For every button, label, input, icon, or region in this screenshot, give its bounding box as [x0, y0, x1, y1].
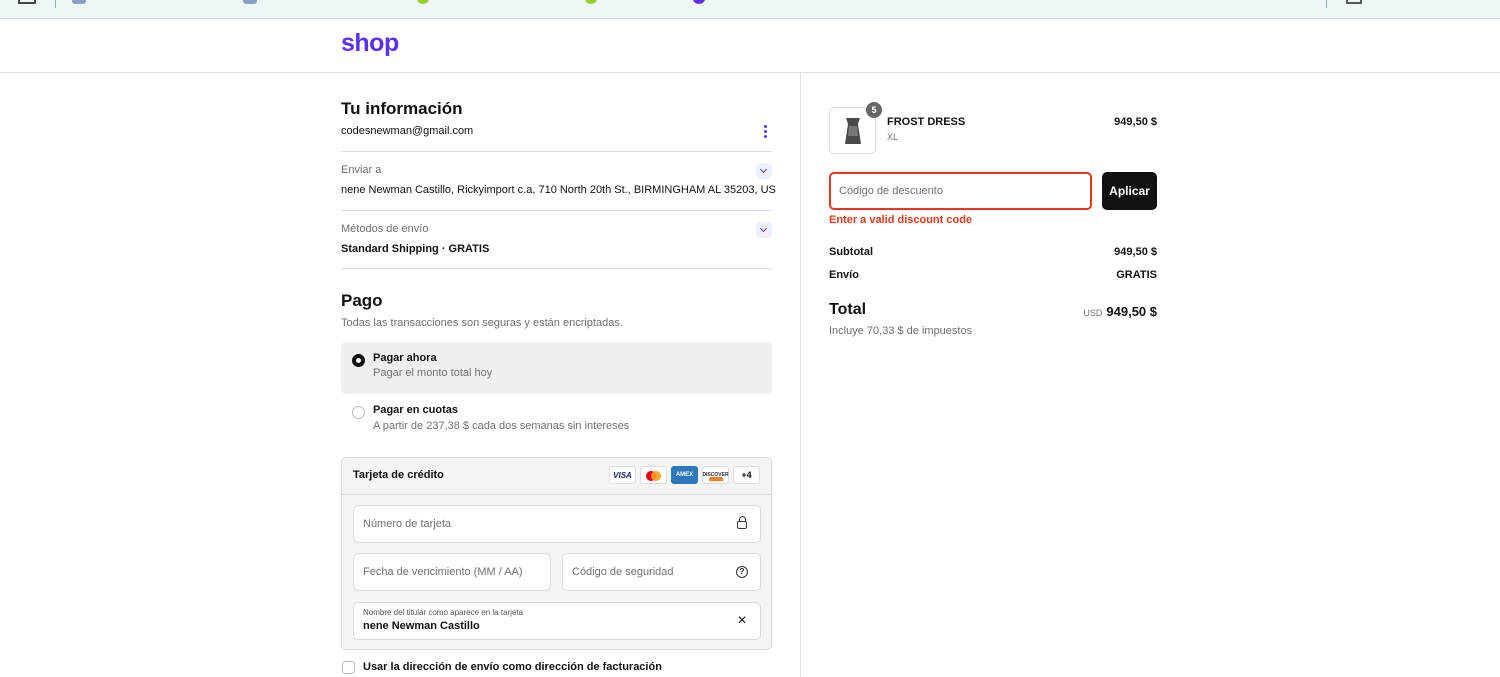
bookmark-favicon-icon[interactable]: [243, 0, 257, 4]
credit-card-title: Tarjeta de crédito: [353, 469, 444, 481]
payment-title: Pago: [341, 291, 383, 310]
close-icon[interactable]: ×: [736, 613, 748, 629]
subtotal-value: 949,50 $: [1114, 246, 1157, 258]
pay-now-option[interactable]: Pagar ahora Pagar el monto total hoy: [341, 342, 772, 394]
shipping-method-label: Métodos de envío: [341, 223, 429, 235]
shipping-method-value: Standard Shipping · GRATIS: [341, 243, 490, 255]
product-variant: XL: [887, 132, 899, 142]
card-number-placeholder: Número de tarjeta: [363, 518, 452, 530]
more-vertical-icon[interactable]: [762, 125, 768, 139]
ship-to-label: Enviar a: [341, 164, 382, 176]
product-name: FROST DRESS: [887, 116, 966, 128]
bookmark-separator: [55, 0, 56, 8]
pay-now-radio[interactable]: [352, 354, 365, 367]
credit-card-header[interactable]: Tarjeta de crédito VISA AMEX DISCOVER +4: [342, 458, 771, 495]
total-amount: USD 949,50 $: [1083, 303, 1157, 321]
amex-icon: AMEX: [671, 466, 698, 484]
total-label: Total: [829, 301, 867, 318]
quantity-badge: 5: [866, 102, 882, 118]
product-price: 949,50 $: [1114, 116, 1157, 128]
lock-icon: [737, 516, 747, 529]
discount-code-input[interactable]: Código de descuento: [829, 172, 1092, 210]
info-title: Tu información: [341, 99, 463, 118]
divider: [341, 151, 772, 152]
discount-code-placeholder: Código de descuento: [839, 185, 943, 197]
discover-icon: DISCOVER: [702, 466, 729, 484]
divider: [341, 268, 772, 269]
pay-now-label: Pagar ahora: [373, 352, 437, 364]
column-divider: [800, 73, 801, 677]
taxes-note: Incluye 70,33 $ de impuestos: [829, 325, 973, 337]
subtotal-label: Subtotal: [829, 246, 873, 258]
dress-image: [845, 118, 861, 144]
credit-card-panel: Tarjeta de crédito VISA AMEX DISCOVER +4…: [341, 457, 772, 650]
billing-same-label: Usar la dirección de envío como direcció…: [363, 661, 662, 673]
shipping-label: Envío: [829, 269, 859, 281]
chevron-down-icon[interactable]: [756, 163, 772, 179]
shipping-value: GRATIS: [1116, 269, 1157, 281]
pay-now-desc: Pagar el monto total hoy: [373, 367, 493, 379]
expiry-field[interactable]: Fecha de vencimiento (MM / AA): [353, 553, 551, 591]
bookmark-favicon-icon[interactable]: [417, 0, 429, 4]
ship-to-address: nene Newman Castillo, Rickyimport c.a, 7…: [341, 184, 776, 196]
pay-installments-option[interactable]: Pagar en cuotas A partir de 237,38 $ cad…: [341, 396, 772, 448]
total-value: 949,50 $: [1106, 304, 1157, 319]
cardholder-name-value: nene Newman Castillo: [363, 620, 480, 632]
billing-same-checkbox[interactable]: [342, 661, 355, 674]
currency-code: USD: [1083, 308, 1103, 318]
checkout-header: shop: [0, 19, 1500, 73]
reading-list-icon[interactable]: [1346, 0, 1362, 4]
pay-installments-radio[interactable]: [352, 406, 365, 419]
more-brands-badge: +4: [733, 466, 760, 484]
apply-discount-button[interactable]: Aplicar: [1102, 172, 1157, 210]
expiry-placeholder: Fecha de vencimiento (MM / AA): [363, 566, 523, 578]
bookmark-favicon-icon[interactable]: [72, 0, 86, 4]
card-number-field[interactable]: Número de tarjeta: [353, 505, 761, 543]
payment-subtitle: Todas las transacciones son seguras y es…: [341, 317, 623, 329]
apps-grid-icon[interactable]: [18, 0, 36, 4]
bookmark-separator: [1326, 0, 1327, 8]
help-circle-icon[interactable]: ?: [736, 566, 748, 578]
cardholder-name-field[interactable]: Nombre del titular como aparece en la ta…: [353, 602, 761, 640]
cardholder-name-label: Nombre del titular como aparece en la ta…: [363, 608, 524, 617]
bookmark-favicon-icon[interactable]: [585, 0, 597, 4]
pay-installments-desc: A partir de 237,38 $ cada dos semanas si…: [373, 420, 630, 432]
discount-error: Enter a valid discount code: [829, 214, 973, 226]
security-code-placeholder: Código de seguridad: [572, 566, 674, 578]
bookmark-favicon-icon[interactable]: [693, 0, 705, 4]
browser-bookmarks-bar: [0, 0, 1500, 19]
chevron-down-icon[interactable]: [756, 222, 772, 238]
card-brands: VISA AMEX DISCOVER +4: [609, 466, 760, 484]
security-code-field[interactable]: Código de seguridad ?: [562, 553, 761, 591]
shop-logo[interactable]: shop: [341, 29, 399, 58]
contact-email: codesnewman@gmail.com: [341, 125, 474, 137]
pay-installments-label: Pagar en cuotas: [373, 404, 458, 416]
visa-icon: VISA: [609, 466, 636, 484]
mastercard-icon: [640, 466, 667, 484]
divider: [341, 210, 772, 211]
